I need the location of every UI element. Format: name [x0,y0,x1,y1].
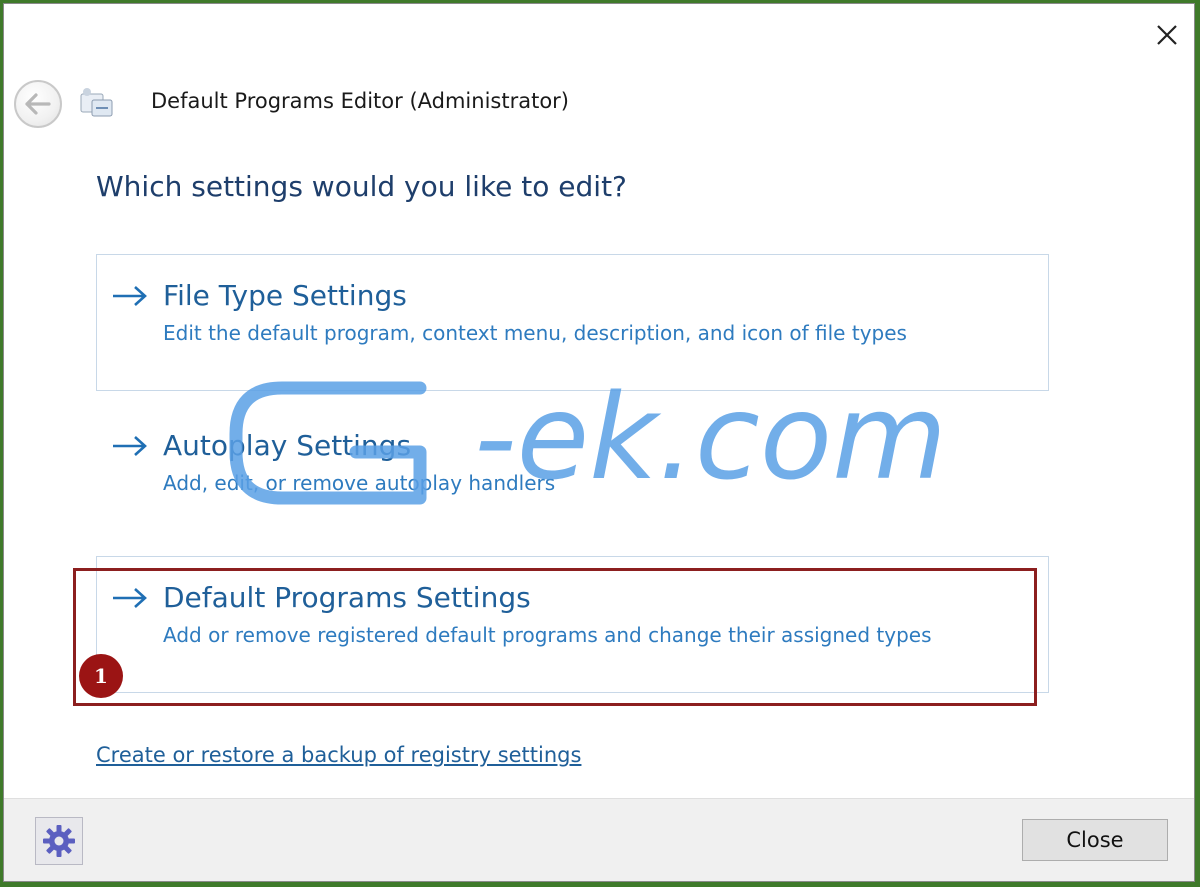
option-title: Autoplay Settings [163,429,412,462]
option-description: Edit the default program, context menu, … [163,321,907,345]
settings-button[interactable] [35,817,83,865]
file-type-settings-option[interactable]: File Type Settings Edit the default prog… [96,254,1049,391]
dialog-window: Default Programs Editor (Administrator) … [3,3,1195,882]
annotation-badge: 1 [79,654,123,698]
arrow-right-icon [113,588,147,608]
arrow-right-icon [113,436,147,456]
dialog-footer [4,798,1194,881]
default-programs-settings-option[interactable]: Default Programs Settings Add or remove … [96,556,1049,693]
option-description: Add, edit, or remove autoplay handlers [163,471,556,495]
close-icon[interactable] [1154,22,1180,48]
option-title: Default Programs Settings [163,581,531,614]
back-button[interactable] [14,80,62,128]
arrow-right-icon [113,286,147,306]
back-arrow-icon [25,93,51,115]
page-heading: Which settings would you like to edit? [96,170,627,203]
close-button[interactable]: Close [1022,819,1168,861]
gear-icon [43,825,75,857]
app-icon [78,84,116,122]
option-description: Add or remove registered default program… [163,623,932,647]
autoplay-settings-option[interactable]: Autoplay Settings Add, edit, or remove a… [96,404,1049,541]
option-title: File Type Settings [163,279,407,312]
backup-registry-link[interactable]: Create or restore a backup of registry s… [96,743,581,767]
window-title: Default Programs Editor (Administrator) [151,89,569,113]
